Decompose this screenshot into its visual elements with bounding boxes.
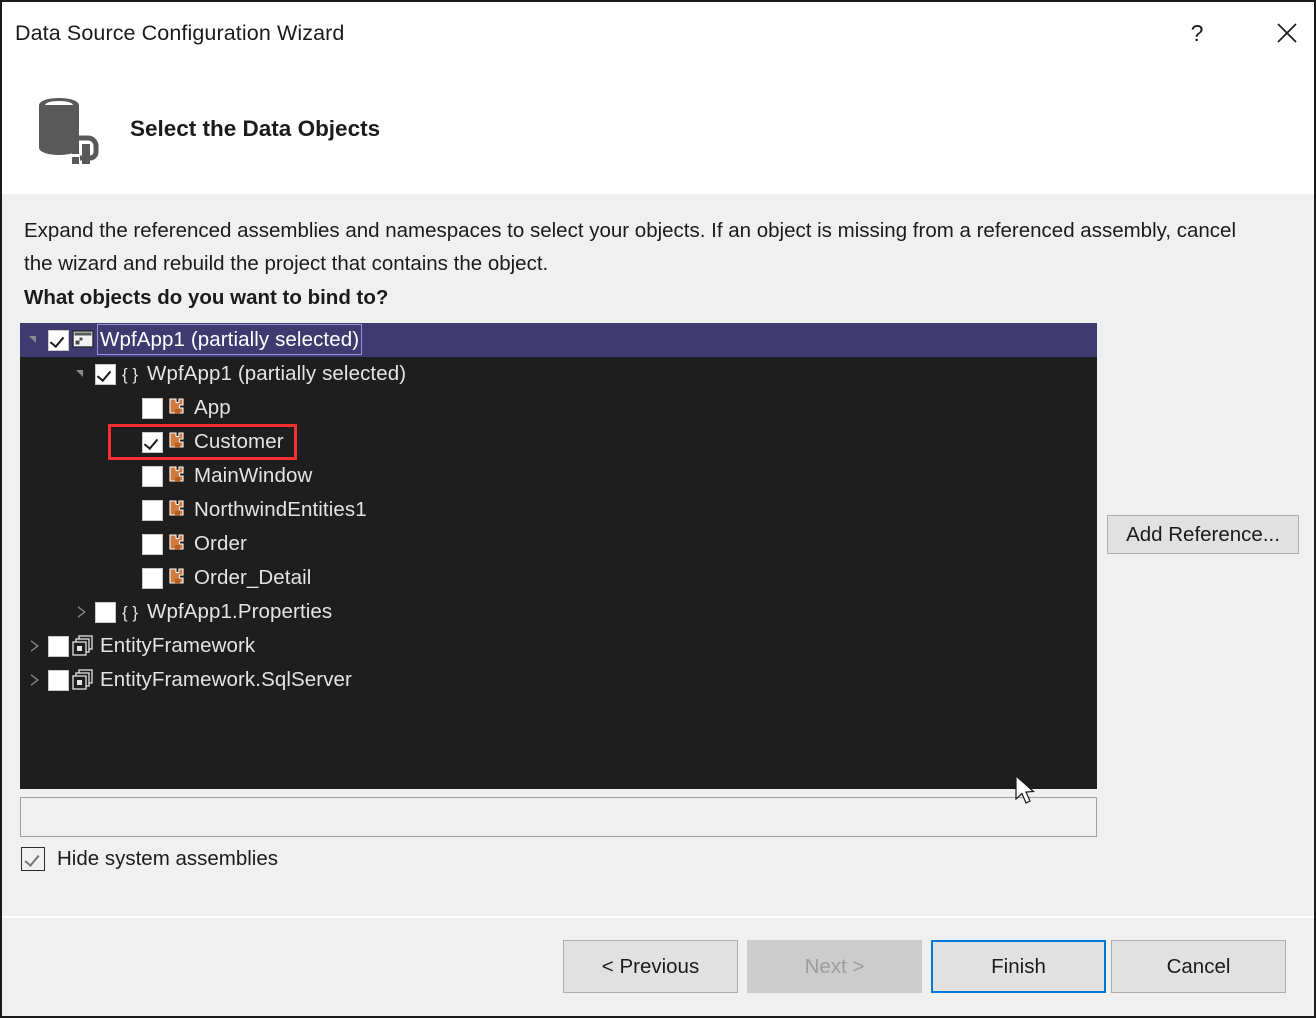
tree-row-checkbox[interactable]	[48, 330, 69, 351]
tree-row[interactable]: Order_Detail	[20, 561, 1097, 595]
hide-system-assemblies-label: Hide system assemblies	[57, 847, 278, 871]
class-icon	[165, 396, 189, 420]
tree-row[interactable]: Order	[20, 527, 1097, 561]
dialog-footer: < Previous Next > Finish Cancel	[2, 918, 1314, 1018]
class-icon	[165, 464, 189, 488]
finish-button[interactable]: Finish	[931, 940, 1106, 993]
tree-row-label: App	[194, 396, 231, 420]
tree-row[interactable]: WpfApp1 (partially selected)	[20, 323, 1097, 357]
page-title: Select the Data Objects	[130, 116, 380, 142]
tree-row-label: WpfApp1.Properties	[147, 600, 332, 624]
tree-row-checkbox[interactable]	[142, 398, 163, 419]
tree-row-label: EntityFramework.SqlServer	[100, 668, 352, 692]
description-panel	[20, 797, 1097, 837]
tree-row[interactable]: App	[20, 391, 1097, 425]
window-title: Data Source Configuration Wizard	[15, 21, 344, 46]
tree-row-label: Customer	[194, 430, 284, 454]
tree-row-checkbox[interactable]	[48, 636, 69, 657]
chevron-right-icon[interactable]	[28, 673, 42, 687]
cancel-button[interactable]: Cancel	[1111, 940, 1286, 993]
question-mark-icon: ?	[1191, 20, 1204, 47]
tree-row[interactable]: { } WpfApp1 (partially selected)	[20, 357, 1097, 391]
tree-row-checkbox[interactable]	[142, 534, 163, 555]
tree-row-checkbox[interactable]	[142, 466, 163, 487]
checkbox-box	[21, 847, 45, 871]
tree-row-checkbox[interactable]	[142, 568, 163, 589]
tree-row-checkbox[interactable]	[142, 432, 163, 453]
tree-row-label: NorthwindEntities1	[194, 498, 367, 522]
namespace-icon: { }	[118, 362, 142, 386]
add-reference-button[interactable]: Add Reference...	[1107, 515, 1299, 554]
tree-row-label: EntityFramework	[100, 634, 255, 658]
tree-row-checkbox[interactable]	[95, 602, 116, 623]
svg-text:{ }: { }	[122, 603, 138, 622]
tree-row-label: WpfApp1 (partially selected)	[100, 328, 359, 352]
assembly-icon	[71, 634, 95, 658]
tree-row-checkbox[interactable]	[95, 364, 116, 385]
close-button[interactable]	[1264, 10, 1310, 56]
tree-row[interactable]: NorthwindEntities1	[20, 493, 1097, 527]
close-icon	[1275, 21, 1299, 45]
tree-row[interactable]: EntityFramework	[20, 629, 1097, 663]
hide-system-assemblies-checkbox[interactable]: Hide system assemblies	[21, 847, 278, 871]
next-button: Next >	[747, 940, 922, 993]
database-connection-icon	[32, 92, 106, 166]
chevron-down-icon[interactable]	[28, 333, 42, 347]
help-button[interactable]: ?	[1174, 10, 1220, 56]
tree-row[interactable]: { } WpfApp1.Properties	[20, 595, 1097, 629]
tree-row[interactable]: EntityFramework.SqlServer	[20, 663, 1097, 697]
chevron-right-icon[interactable]	[75, 605, 89, 619]
bind-question-label: What objects do you want to bind to?	[24, 286, 388, 310]
dialog-body: Expand the referenced assemblies and nam…	[2, 194, 1314, 916]
tree-row[interactable]: MainWindow	[20, 459, 1097, 493]
assembly-icon	[71, 668, 95, 692]
tree-row-label: WpfApp1 (partially selected)	[147, 362, 406, 386]
tree-row-label: Order	[194, 532, 247, 556]
tree-row-checkbox[interactable]	[48, 670, 69, 691]
tree-row[interactable]: Customer	[20, 425, 1097, 459]
tree-row-checkbox[interactable]	[142, 500, 163, 521]
project-icon	[71, 328, 95, 352]
chevron-down-icon[interactable]	[75, 367, 89, 381]
namespace-icon: { }	[118, 600, 142, 624]
class-icon	[165, 498, 189, 522]
instruction-text: Expand the referenced assemblies and nam…	[24, 214, 1264, 280]
tree-row-label: Order_Detail	[194, 566, 311, 590]
data-source-configuration-wizard-dialog: Data Source Configuration Wizard ?	[0, 0, 1316, 1018]
class-icon	[165, 430, 189, 454]
chevron-right-icon[interactable]	[28, 639, 42, 653]
wizard-header: Select the Data Objects	[2, 64, 1314, 194]
tree-row-label: MainWindow	[194, 464, 312, 488]
title-bar: Data Source Configuration Wizard ?	[2, 2, 1314, 64]
class-icon	[165, 532, 189, 556]
objects-tree-view[interactable]: WpfApp1 (partially selected) { } WpfApp1 (…	[20, 323, 1097, 789]
class-icon	[165, 566, 189, 590]
svg-text:{ }: { }	[122, 365, 138, 384]
previous-button[interactable]: < Previous	[563, 940, 738, 993]
